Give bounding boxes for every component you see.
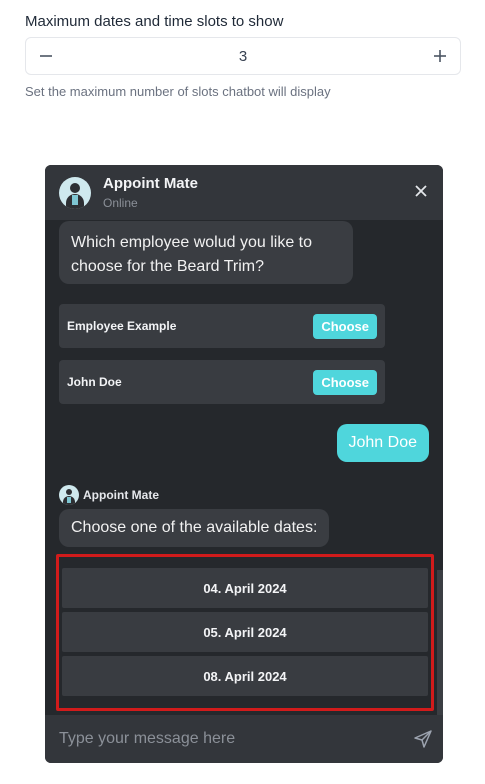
chat-header: Appoint Mate Online xyxy=(45,165,443,220)
choose-button[interactable]: Choose xyxy=(313,313,377,339)
message-input[interactable] xyxy=(45,714,403,763)
minus-icon xyxy=(40,55,52,57)
employee-option: Employee Example Choose xyxy=(59,304,385,348)
employee-question: Which employee wolud you like to choose … xyxy=(59,221,353,284)
bot-name: Appoint Mate xyxy=(83,488,159,502)
message-bar xyxy=(45,714,443,763)
increment-button[interactable] xyxy=(420,38,460,74)
send-icon xyxy=(414,730,432,748)
chat-status: Online xyxy=(103,196,138,210)
date-option[interactable]: 04. April 2024 xyxy=(62,568,428,608)
close-icon xyxy=(415,185,427,197)
send-button[interactable] xyxy=(403,729,443,749)
bot-avatar xyxy=(59,176,91,209)
setting-label: Maximum dates and time slots to show xyxy=(25,13,284,30)
date-option[interactable]: 05. April 2024 xyxy=(62,612,428,652)
employee-name: Employee Example xyxy=(67,319,177,333)
stepper-value[interactable]: 3 xyxy=(66,48,420,65)
bot-label: Appoint Mate xyxy=(59,485,159,505)
bot-avatar-small xyxy=(59,485,79,505)
user-message: John Doe xyxy=(336,424,429,462)
choose-button[interactable]: Choose xyxy=(313,369,377,395)
scrollbar[interactable] xyxy=(437,570,443,715)
dates-highlight-box: 04. April 2024 05. April 2024 08. April … xyxy=(56,554,434,711)
close-button[interactable] xyxy=(413,183,429,199)
decrement-button[interactable] xyxy=(26,38,66,74)
plus-icon xyxy=(434,50,446,62)
employee-option: John Doe Choose xyxy=(59,360,385,404)
employee-name: John Doe xyxy=(67,375,122,389)
slots-stepper[interactable]: 3 xyxy=(25,37,461,75)
date-option[interactable]: 08. April 2024 xyxy=(62,656,428,696)
setting-help: Set the maximum number of slots chatbot … xyxy=(25,84,331,99)
dates-prompt: Choose one of the available dates: xyxy=(59,509,330,547)
chat-widget: Appoint Mate Online Which employee wolud… xyxy=(45,165,443,763)
chat-title: Appoint Mate xyxy=(103,175,198,192)
